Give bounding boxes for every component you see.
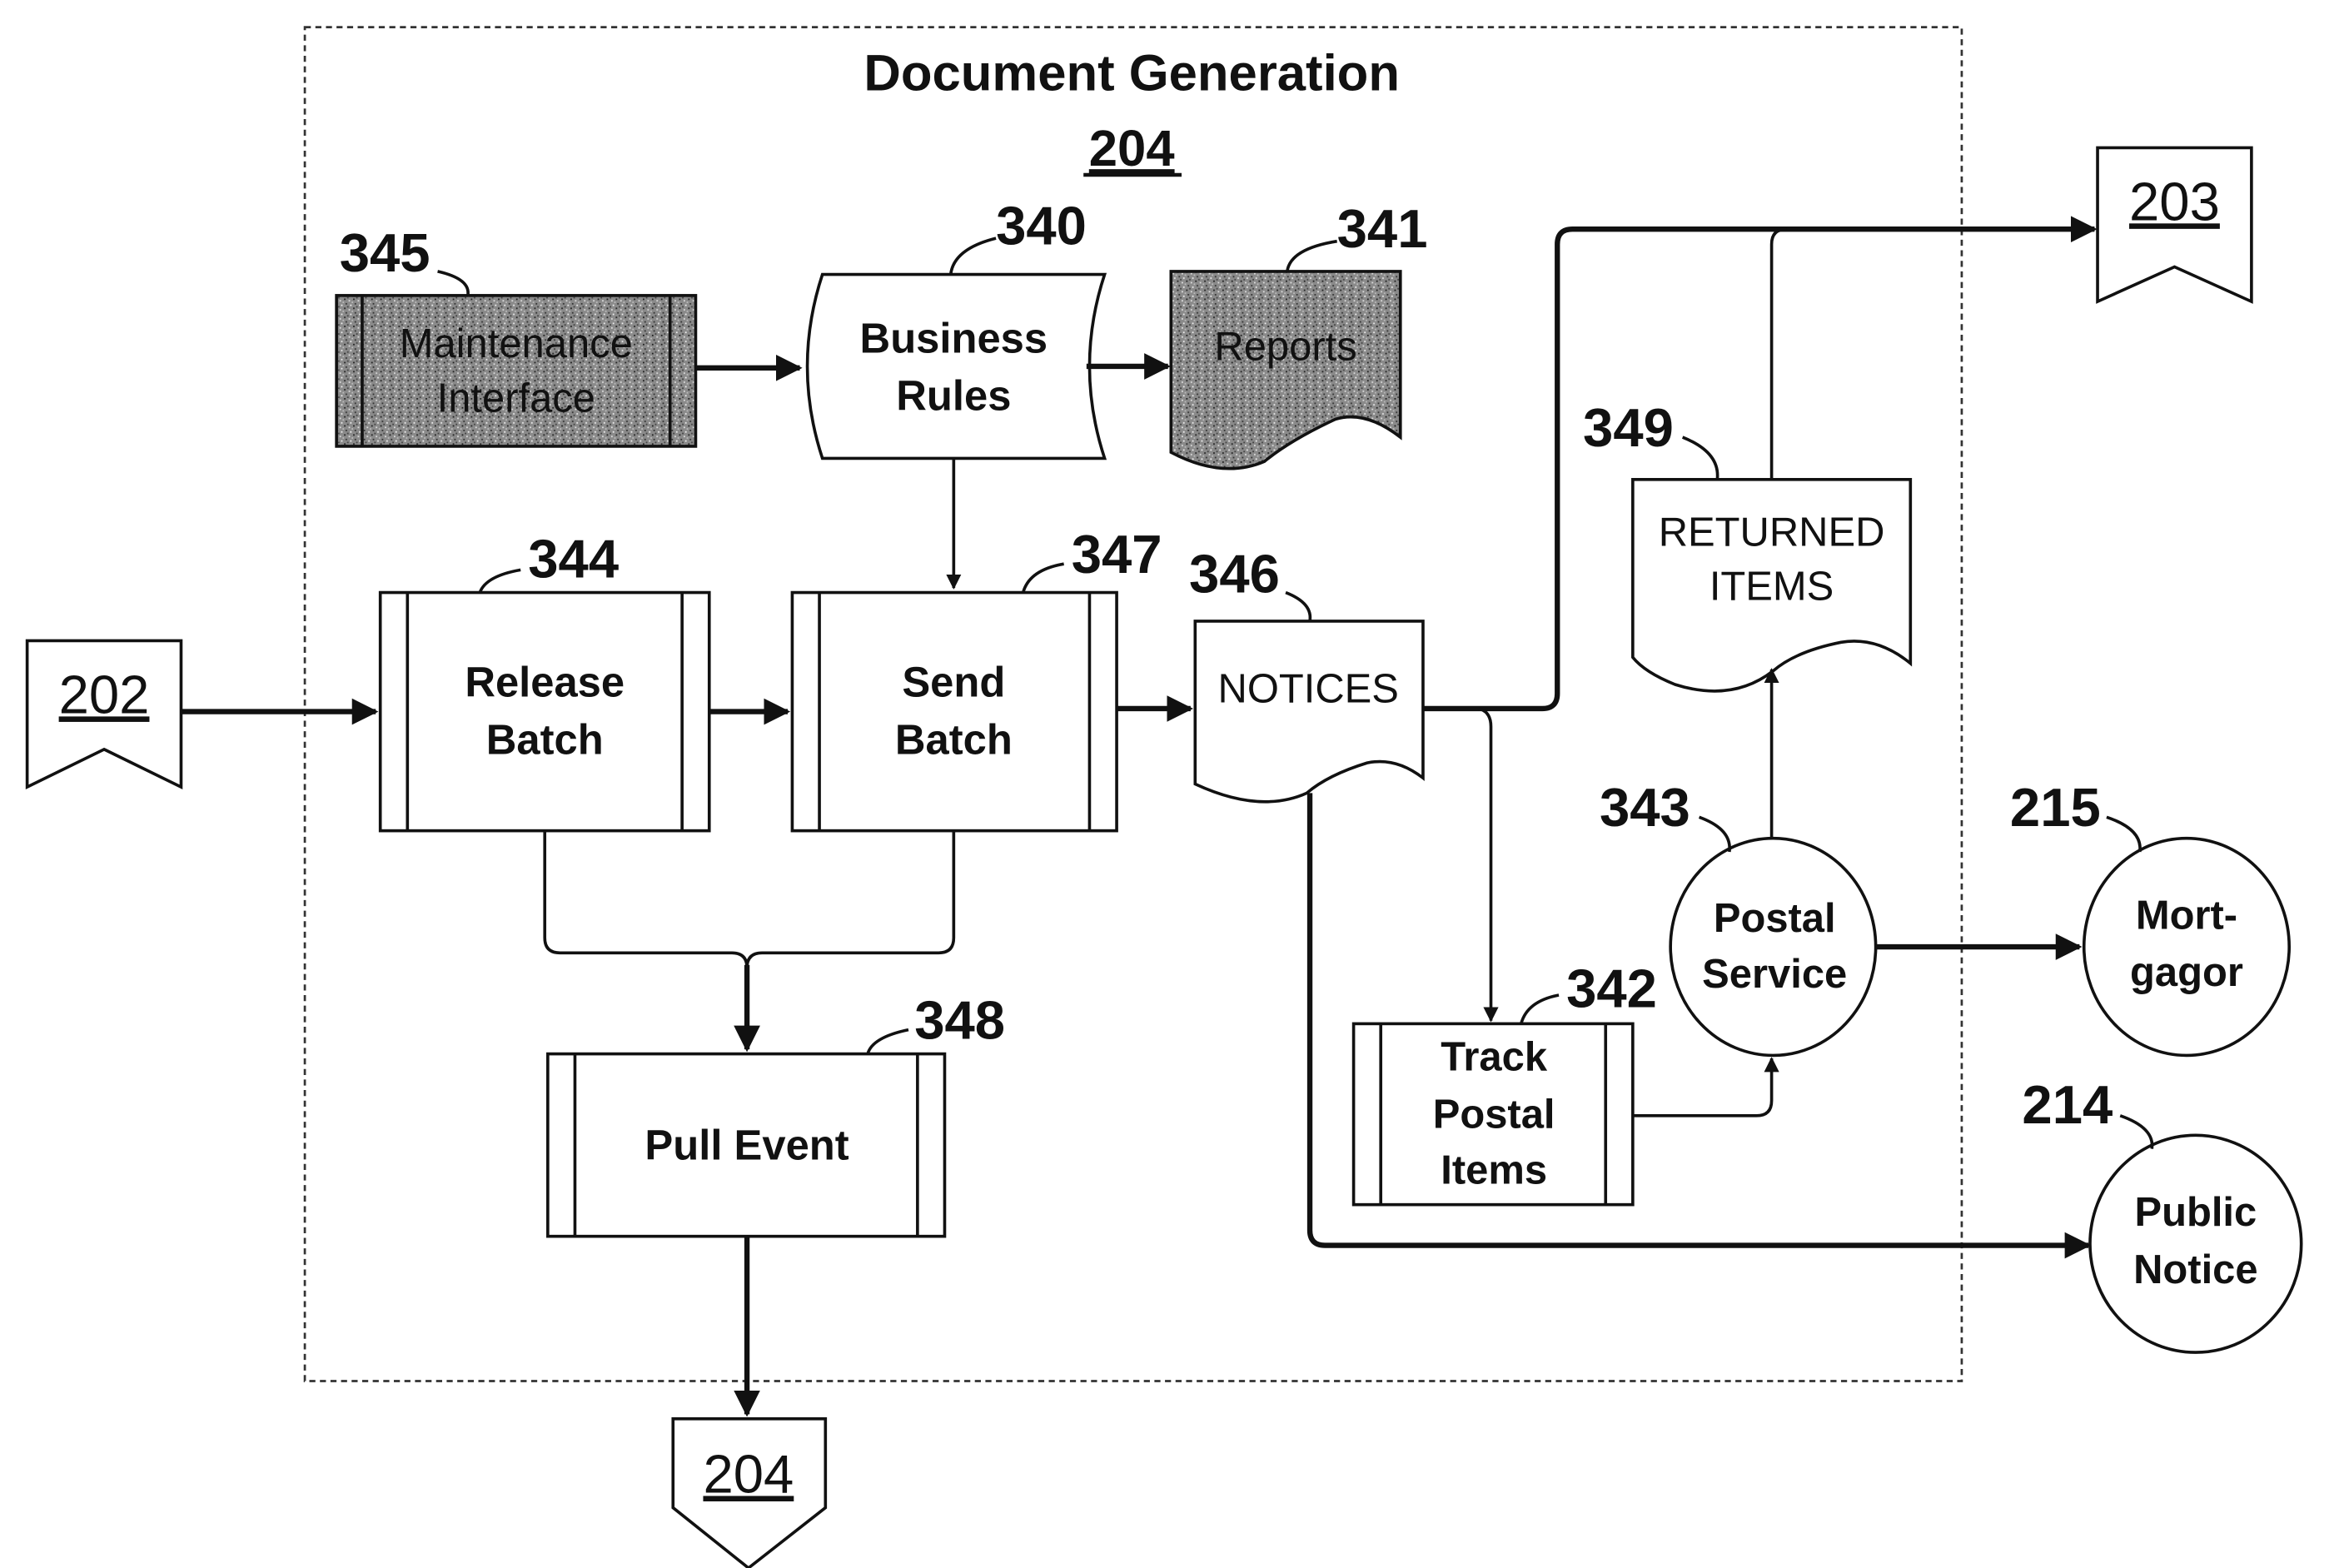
document-generation-diagram: Document Generation 204 Maintenance Inte… (25, 26, 2303, 1568)
pull-event-label: Pull Event (644, 1121, 849, 1168)
ref-348: 348 (914, 990, 1005, 1051)
leader-349 (1681, 436, 1719, 480)
connector-203-label: 203 (2129, 171, 2220, 231)
leader-215 (2106, 815, 2142, 853)
line-returned-items-to-203 (1769, 227, 1787, 480)
node-business-rules[interactable]: Business Rules (805, 272, 1107, 460)
postal-service-line1: Postal (1714, 896, 1836, 941)
send-batch-line1: Send (902, 659, 1005, 706)
ref-344: 344 (528, 528, 619, 589)
connector-204[interactable]: 204 (671, 1416, 828, 1568)
track-postal-items-line1: Track (1441, 1035, 1548, 1080)
leader-343 (1698, 815, 1731, 853)
diagram-title-ref: 204 (1089, 120, 1175, 177)
line-send-batch-to-pull-event (745, 830, 956, 968)
node-public-notice[interactable]: Public Notice (2088, 1133, 2303, 1354)
arrow-track-postal-items-to-postal-service (1632, 1057, 1779, 1118)
node-reports[interactable]: Reports (1169, 270, 1402, 470)
connector-204-label: 204 (703, 1443, 794, 1504)
release-batch-line1: Release (465, 659, 625, 706)
node-notices[interactable]: NOTICES (1193, 620, 1425, 804)
ref-214: 214 (2022, 1074, 2113, 1135)
maintenance-interface-line2: Interface (437, 376, 595, 421)
leader-341 (1286, 239, 1337, 272)
ref-346: 346 (1189, 544, 1280, 605)
business-rules-line2: Rules (896, 371, 1011, 419)
track-postal-items-line2: Postal (1433, 1092, 1555, 1137)
line-release-batch-to-pull-event (543, 830, 749, 968)
leader-214 (2119, 1114, 2154, 1149)
node-track-postal-items[interactable]: Track Postal Items (1351, 1022, 1635, 1207)
track-postal-items-line3: Items (1441, 1147, 1547, 1192)
business-rules-line1: Business (860, 315, 1048, 362)
postal-service-line2: Service (1702, 952, 1847, 997)
maintenance-interface-line1: Maintenance (400, 321, 633, 366)
returned-items-line2: ITEMS (1709, 565, 1834, 610)
leader-345 (437, 270, 470, 296)
release-batch-line2: Batch (486, 715, 604, 763)
ref-340: 340 (996, 195, 1087, 256)
ref-349: 349 (1583, 397, 1674, 458)
ref-341: 341 (1337, 198, 1428, 259)
notices-label: NOTICES (1218, 667, 1399, 712)
send-batch-line2: Batch (895, 715, 1013, 763)
reports-label: Reports (1214, 325, 1356, 370)
ref-342: 342 (1566, 958, 1657, 1018)
node-pull-event[interactable]: Pull Event (546, 1052, 947, 1238)
public-notice-line2: Notice (2133, 1247, 2257, 1292)
ref-215: 215 (2010, 777, 2101, 838)
node-postal-service[interactable]: Postal Service (1669, 836, 1878, 1058)
node-returned-items[interactable]: RETURNED ITEMS (1631, 477, 1913, 693)
public-notice-line1: Public (2134, 1190, 2257, 1235)
ref-343: 343 (1600, 777, 1690, 838)
returned-items-line1: RETURNED (1659, 510, 1885, 555)
arrow-notices-to-track-postal-items (1478, 707, 1499, 1023)
leader-347 (1021, 562, 1064, 594)
ref-345: 345 (340, 222, 430, 283)
leader-342 (1520, 993, 1560, 1024)
connector-203[interactable]: 203 (2096, 146, 2253, 304)
node-send-batch[interactable]: Send Batch (790, 590, 1118, 833)
connector-202-label: 202 (59, 664, 150, 724)
node-mortgagor[interactable]: Mort- gagor (2082, 836, 2292, 1058)
leader-348 (866, 1028, 909, 1055)
diagram-title: Document Generation (863, 45, 1400, 102)
mortgagor-line2: gagor (2130, 950, 2243, 995)
ref-347: 347 (1072, 524, 1162, 585)
mortgagor-line1: Mort- (2136, 893, 2237, 938)
node-release-batch[interactable]: Release Batch (378, 590, 711, 833)
connector-202[interactable]: 202 (25, 639, 183, 790)
leader-340 (948, 236, 997, 275)
node-maintenance-interface[interactable]: Maintenance Interface (335, 294, 698, 448)
leader-344 (478, 568, 521, 594)
leader-346 (1285, 590, 1312, 622)
